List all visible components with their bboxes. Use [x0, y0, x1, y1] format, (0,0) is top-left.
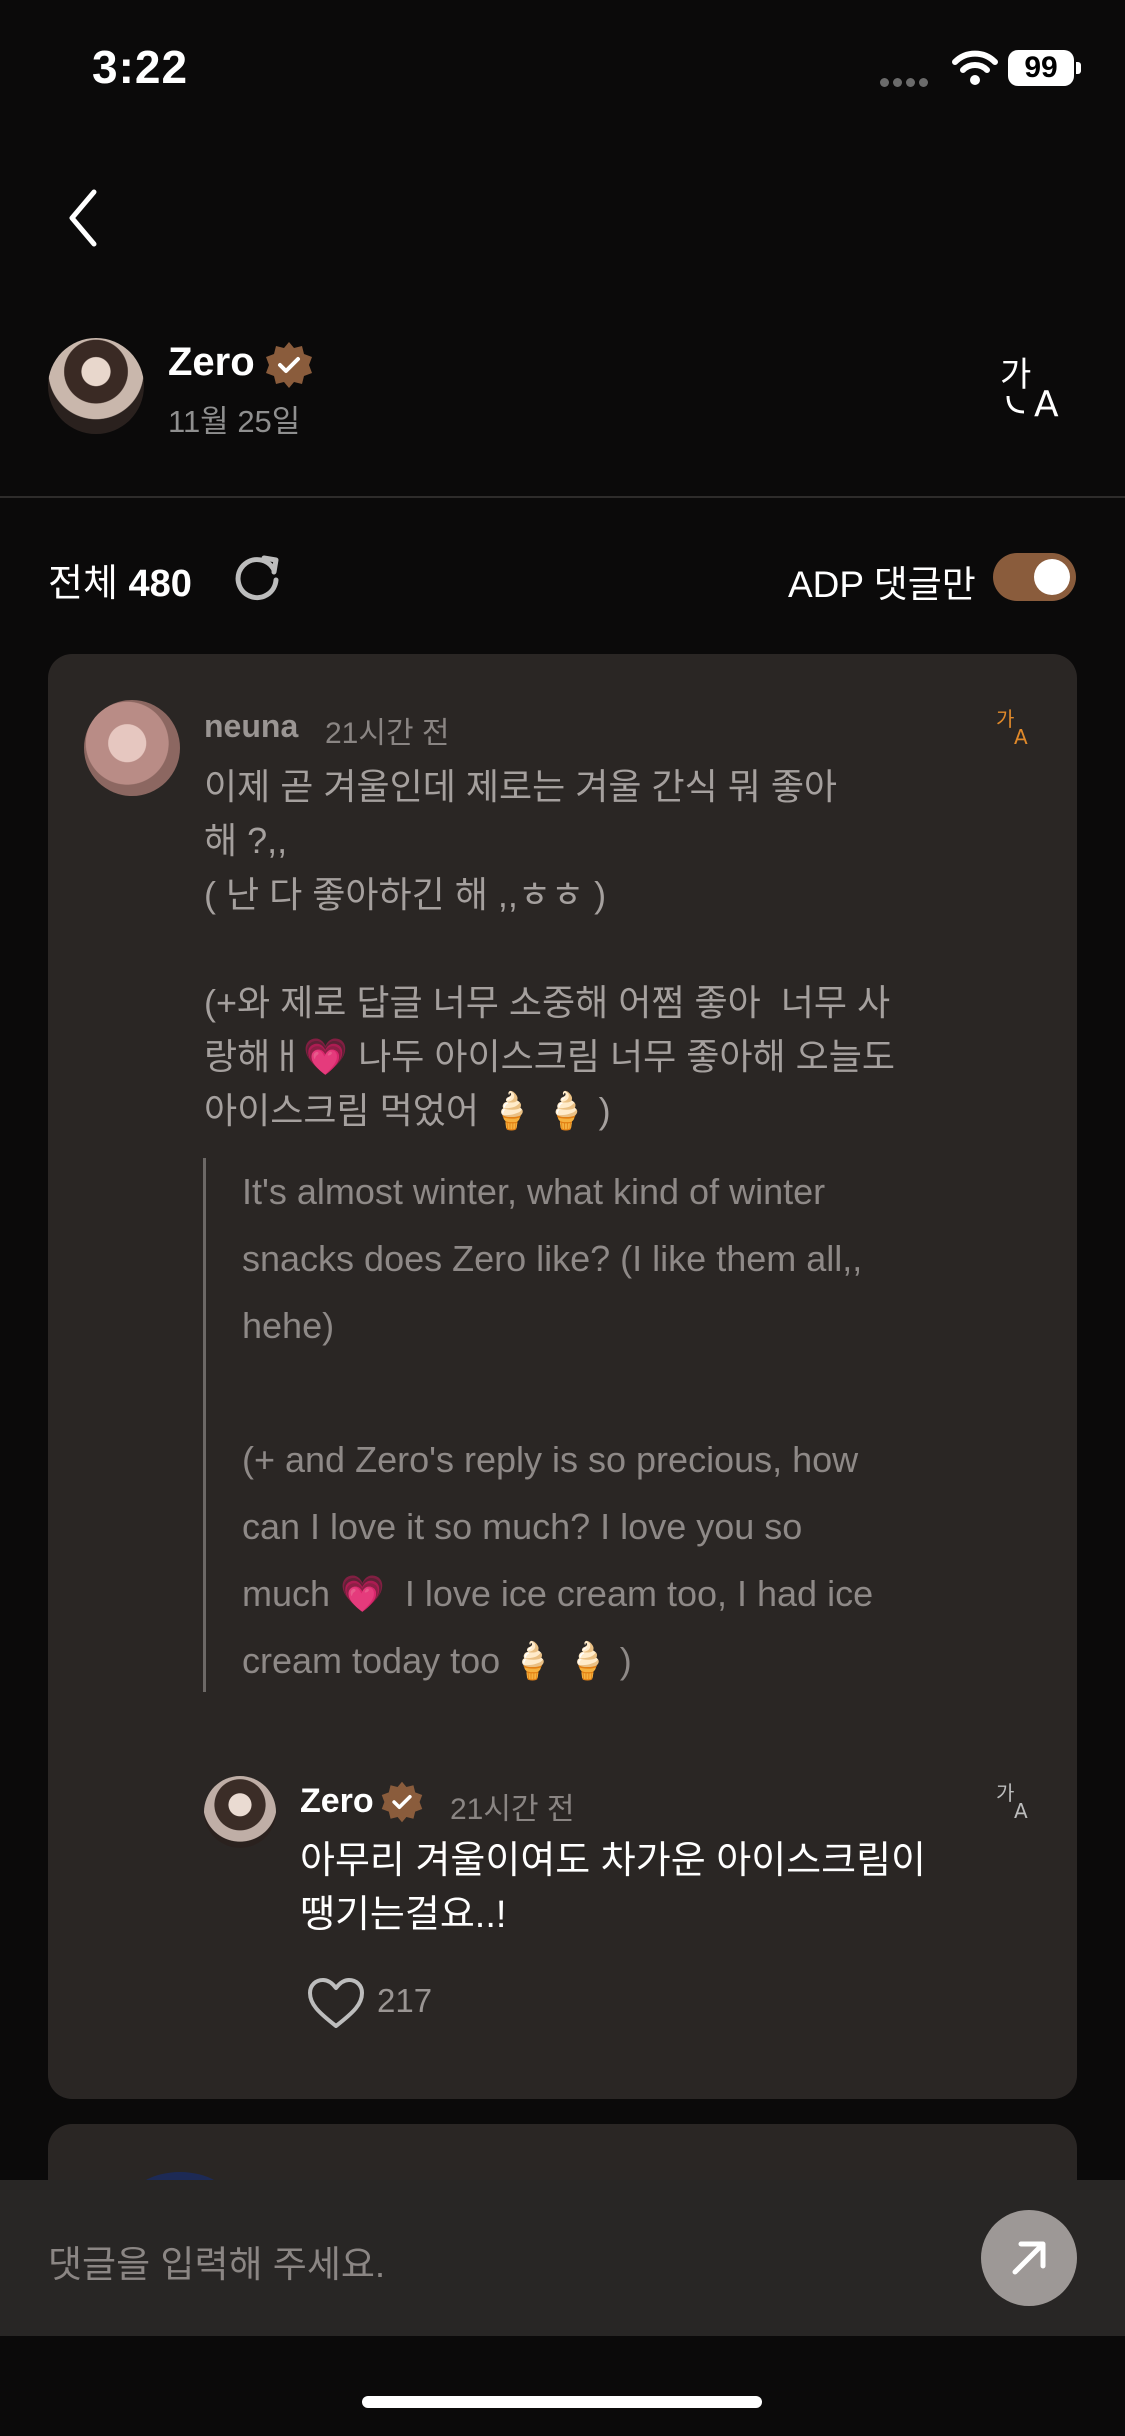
commenter-name[interactable]: neuna [204, 708, 298, 745]
verified-badge-icon [381, 1781, 423, 1823]
home-indicator[interactable] [362, 2396, 762, 2408]
comment-total: 전체 480 [48, 552, 192, 607]
bottom-safe-area [0, 2336, 1125, 2436]
profile-name[interactable]: Zero [168, 340, 255, 385]
total-label: 전체 [48, 563, 118, 605]
comment-input[interactable]: 댓글을 입력해 주세요. [48, 2234, 385, 2288]
back-chevron-icon[interactable] [60, 186, 108, 250]
like-count: 217 [377, 1982, 433, 2019]
battery-indicator: 99 [1008, 50, 1074, 86]
comment-time: 21시간 전 [325, 717, 450, 750]
svg-text:가: 가 [1000, 355, 1031, 395]
commenter-avatar[interactable] [84, 700, 180, 796]
post-date: 11월 25일 [168, 404, 301, 439]
svg-text:A: A [1014, 725, 1028, 746]
reply-time: 21시간 전 [450, 1793, 575, 1826]
translation-quote-bar [203, 1158, 206, 1692]
refresh-icon[interactable] [230, 550, 284, 604]
comment-translation: It's almost winter, what kind of winter … [242, 1171, 874, 1681]
battery-cap-icon [1076, 62, 1081, 74]
send-button[interactable] [981, 2210, 1077, 2306]
svg-text:A: A [1034, 384, 1059, 420]
svg-text:A: A [1014, 1799, 1028, 1820]
verified-badge-icon [266, 342, 312, 388]
reply-translate-icon[interactable]: 가 A [996, 1780, 1036, 1820]
reply-text: 아무리 겨울이여도 차가운 아이스크림이 땡기는걸요..! [300, 1840, 926, 1936]
adp-filter-toggle[interactable] [993, 553, 1076, 601]
header-divider [0, 496, 1125, 498]
translate-icon[interactable]: 가 A [1000, 352, 1076, 420]
total-count: 480 [128, 563, 192, 605]
profile-avatar[interactable] [48, 338, 144, 434]
svg-text:가: 가 [996, 707, 1014, 731]
cellular-signal-icon [880, 74, 934, 87]
send-arrow-icon [1012, 2241, 1046, 2275]
wifi-icon [952, 50, 998, 85]
comment-translate-icon[interactable]: 가 A [996, 706, 1036, 746]
heart-icon[interactable] [306, 1976, 366, 2030]
svg-text:가: 가 [996, 1781, 1014, 1805]
status-time: 3:22 [92, 41, 189, 93]
comment-text: 이제 곧 겨울인데 제로는 겨울 간식 뭐 좋아 해 ?,, ( 난 다 좋아하… [204, 766, 895, 1131]
reply-avatar[interactable] [204, 1776, 276, 1848]
reply-name[interactable]: Zero [300, 1782, 374, 1821]
adp-filter-label: ADP 댓글만 [788, 564, 976, 605]
